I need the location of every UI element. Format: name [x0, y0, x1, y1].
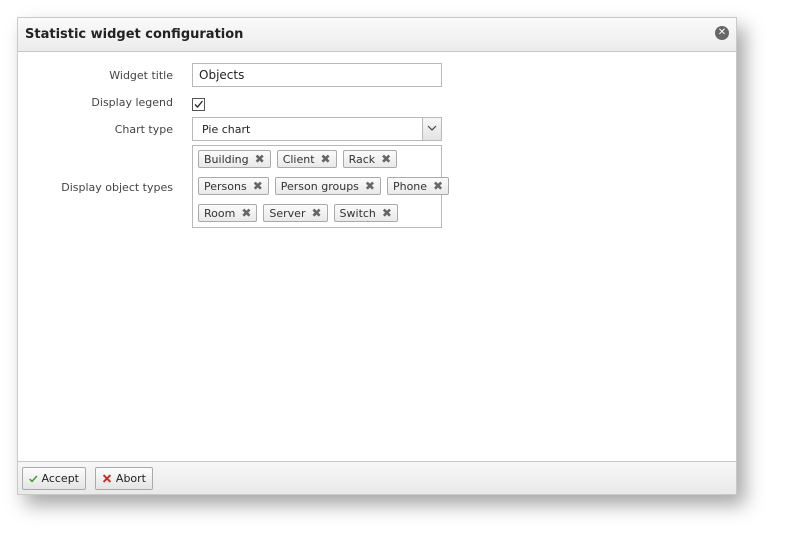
tag-label: Persons	[204, 179, 247, 193]
display-legend-label: Display legend	[91, 96, 173, 109]
tag-room[interactable]: Room ✖	[198, 204, 258, 222]
tag-label: Building	[204, 152, 249, 166]
tag-phone[interactable]: Phone ✖	[386, 177, 450, 195]
tag-label: Phone	[392, 179, 428, 193]
chart-type-select[interactable]: Pie chart	[192, 117, 442, 141]
object-types-tagbox[interactable]: Building ✖ Client ✖ Rack ✖ Persons ✖ Person …	[192, 145, 450, 228]
dialog-title: Statistic widget configuration	[25, 27, 244, 42]
tag-row: Room ✖ Server ✖ Switch ✖	[198, 204, 398, 222]
close-icon[interactable]: ✕	[715, 26, 729, 40]
remove-icon[interactable]: ✖	[255, 152, 265, 166]
dialog-footer: Accept Abort	[18, 461, 736, 494]
tag-persons[interactable]: Persons ✖	[198, 177, 269, 195]
remove-icon[interactable]: ✖	[433, 179, 443, 193]
checkmark-icon	[194, 100, 203, 108]
chart-type-value: Pie chart	[202, 123, 251, 136]
widget-title-input[interactable]	[192, 63, 442, 87]
dialog-titlebar: Statistic widget configuration ✕	[18, 18, 736, 52]
display-legend-checkbox[interactable]	[192, 98, 205, 111]
remove-icon[interactable]: ✖	[365, 179, 375, 193]
statistic-widget-dialog: Statistic widget configuration ✕ Widget …	[17, 17, 737, 495]
widget-title-label: Widget title	[109, 69, 173, 82]
tag-switch[interactable]: Switch ✖	[333, 204, 398, 222]
remove-icon[interactable]: ✖	[241, 206, 251, 220]
tag-label: Switch	[339, 206, 376, 220]
remove-icon[interactable]: ✖	[381, 152, 391, 166]
tag-person-groups[interactable]: Person groups ✖	[274, 177, 381, 195]
tag-row: Building ✖ Client ✖ Rack ✖	[198, 150, 398, 168]
tag-row: Persons ✖ Person groups ✖ Phone ✖	[198, 177, 450, 195]
chart-type-label: Chart type	[114, 123, 173, 136]
abort-label: Abort	[115, 472, 146, 485]
accept-button[interactable]: Accept	[22, 467, 86, 490]
tag-building[interactable]: Building ✖	[198, 150, 271, 168]
display-object-types-label: Display object types	[61, 181, 173, 194]
tag-server[interactable]: Server ✖	[263, 204, 328, 222]
tag-label: Rack	[348, 152, 376, 166]
checkmark-icon	[29, 474, 38, 482]
tag-rack[interactable]: Rack ✖	[342, 150, 398, 168]
remove-icon[interactable]: ✖	[253, 179, 263, 193]
accept-label: Accept	[41, 472, 80, 485]
remove-icon[interactable]: ✖	[311, 206, 321, 220]
cross-icon	[102, 474, 112, 483]
abort-button[interactable]: Abort	[95, 467, 153, 490]
remove-icon[interactable]: ✖	[382, 206, 392, 220]
tag-label: Room	[204, 206, 236, 220]
tag-label: Person groups	[280, 179, 359, 193]
tag-label: Server	[269, 206, 306, 220]
remove-icon[interactable]: ✖	[321, 152, 331, 166]
tag-label: Client	[282, 152, 315, 166]
chevron-down-icon[interactable]	[422, 118, 441, 140]
tag-client[interactable]: Client ✖	[276, 150, 337, 168]
